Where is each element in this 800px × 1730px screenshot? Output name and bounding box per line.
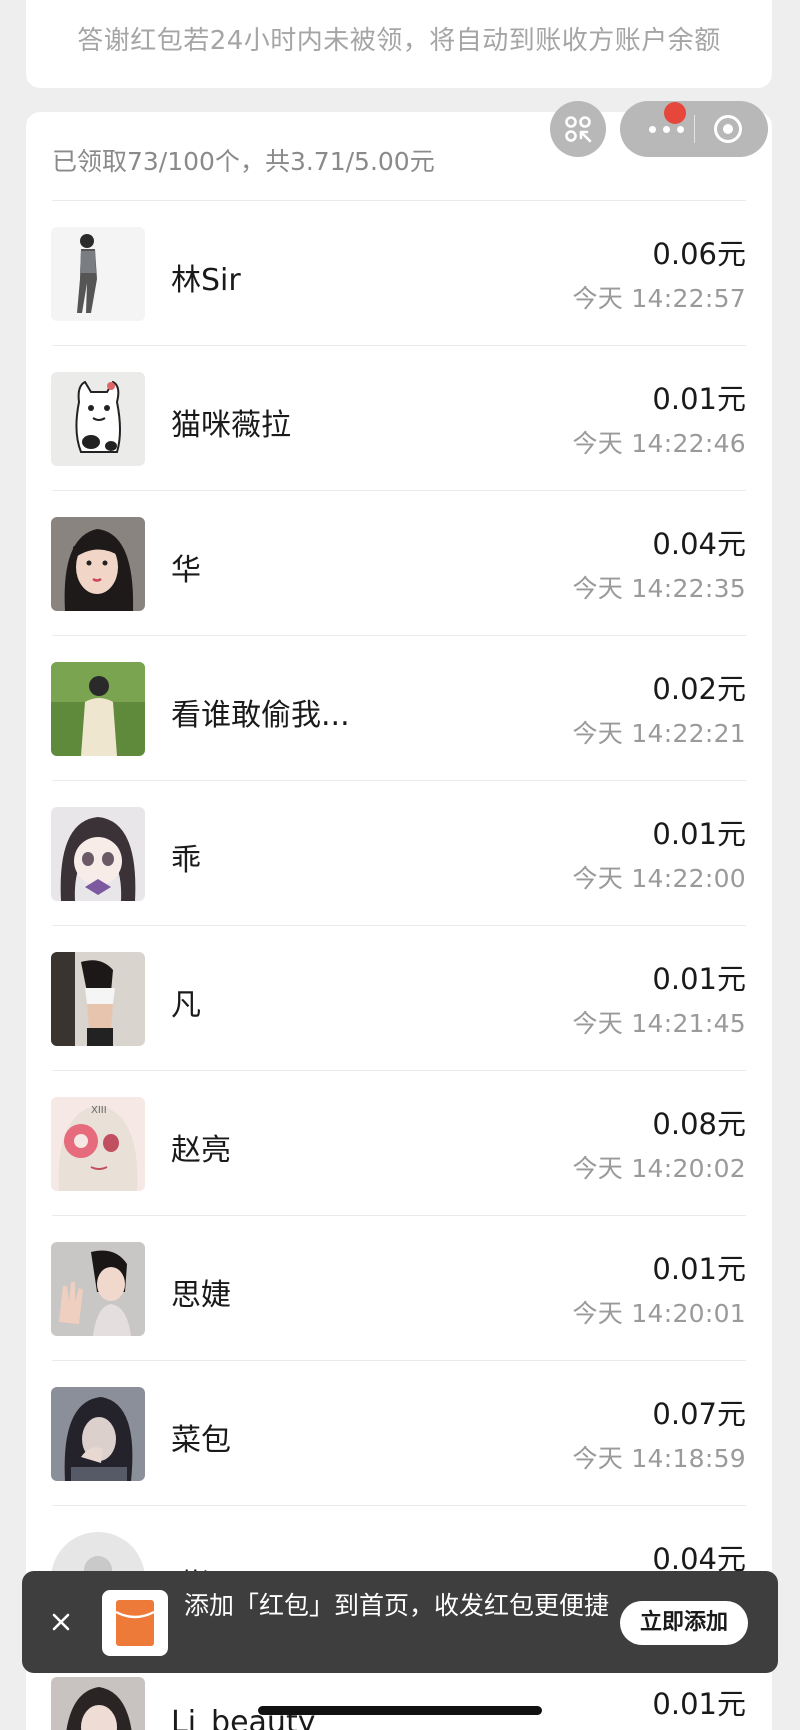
claim-row[interactable]: 乖 0.01元 今天 14:22:00	[26, 781, 772, 926]
dot	[648, 125, 656, 133]
claim-summary: 已领取73/100个，共3.71/5.00元	[52, 147, 435, 176]
red-packet-detail-page: 答谢红包若24小时内未被领，将自动到账收方账户余额 已领取73/100个，共3.…	[0, 0, 800, 1730]
claimer-name: 菜包	[171, 1423, 231, 1458]
claim-time: 今天 14:22:00	[572, 864, 746, 893]
claimer-name: 乖	[171, 843, 201, 878]
close-icon[interactable]	[44, 1605, 78, 1639]
avatar[interactable]	[51, 227, 145, 321]
claim-time: 今天 14:18:59	[572, 1444, 746, 1473]
grid-arrows-icon	[565, 116, 592, 143]
claim-amount: 0.04元	[652, 527, 746, 561]
claim-row[interactable]: 猫咪薇拉 0.01元 今天 14:22:46	[26, 346, 772, 491]
claim-list: 林Sir 0.06元 今天 14:22:57 猫咪薇拉 0.01元 今天 14:…	[26, 201, 772, 1730]
svg-text:XIII: XIII	[91, 1105, 107, 1116]
add-to-home-toast: 添加「红包」到首页，收发红包更便捷 立即添加	[22, 1571, 778, 1673]
claim-row[interactable]: 看谁敢偷我... 0.02元 今天 14:22:21	[26, 636, 772, 781]
capsule-divider	[694, 115, 695, 143]
dot	[676, 125, 684, 133]
avatar[interactable]	[51, 517, 145, 611]
claim-amount: 0.02元	[652, 672, 746, 706]
claim-row[interactable]: 思婕 0.01元 今天 14:20:01	[26, 1216, 772, 1361]
claimer-name: 看谁敢偷我...	[171, 698, 350, 733]
home-indicator[interactable]	[258, 1706, 542, 1715]
red-packet-app-icon	[102, 1590, 168, 1656]
claim-amount: 0.07元	[652, 1397, 746, 1431]
avatar[interactable]	[51, 1387, 145, 1481]
avatar[interactable]	[51, 662, 145, 756]
claimer-name: 赵亮	[171, 1133, 231, 1168]
claim-list-card: 已领取73/100个，共3.71/5.00元 林Sir 0.06元 今天 14:…	[26, 112, 772, 1730]
avatar[interactable]	[51, 1677, 145, 1730]
claim-time: 今天 14:20:02	[572, 1154, 746, 1183]
claimer-name: 猫咪薇拉	[171, 408, 291, 443]
claimer-name: 林Sir	[171, 263, 241, 298]
claim-time: 今天 14:20:01	[572, 1299, 746, 1328]
claim-row[interactable]: 凡 0.01元 今天 14:21:45	[26, 926, 772, 1071]
claim-row[interactable]: 林Sir 0.06元 今天 14:22:57	[26, 201, 772, 346]
claim-row[interactable]: XIII 赵亮 0.08元 今天 14:20:02	[26, 1071, 772, 1216]
mini-program-capsule	[620, 101, 768, 157]
notification-dot	[664, 102, 686, 124]
avatar[interactable]	[51, 1242, 145, 1336]
claimer-name: 思婕	[171, 1278, 231, 1313]
claim-amount: 0.01元	[652, 382, 746, 416]
claimer-name: 华	[171, 553, 201, 588]
notice-text: 答谢红包若24小时内未被领，将自动到账收方账户余额	[77, 26, 721, 56]
claim-time: 今天 14:22:46	[572, 429, 746, 458]
toast-message: 添加「红包」到首页，收发红包更便捷	[184, 1591, 610, 1620]
dot	[662, 125, 670, 133]
claim-amount: 0.06元	[652, 237, 746, 271]
close-target-icon[interactable]	[712, 113, 744, 145]
claim-row[interactable]: 华 0.04元 今天 14:22:35	[26, 491, 772, 636]
claim-amount: 0.01元	[652, 1252, 746, 1286]
claim-amount: 0.01元	[652, 817, 746, 851]
claim-amount: 0.01元	[652, 962, 746, 996]
claim-amount: 0.01元	[652, 1687, 746, 1721]
notice-card: 答谢红包若24小时内未被领，将自动到账收方账户余额	[26, 0, 772, 88]
avatar[interactable]	[51, 372, 145, 466]
claim-time: 今天 14:21:45	[572, 1009, 746, 1038]
add-now-button[interactable]: 立即添加	[620, 1601, 748, 1645]
claim-time: 今天 14:22:57	[572, 284, 746, 313]
claimer-name: 凡	[171, 988, 201, 1023]
float-window-button[interactable]	[550, 101, 606, 157]
claim-time: 今天 14:22:35	[572, 574, 746, 603]
claim-time: 今天 14:22:21	[572, 719, 746, 748]
claim-amount: 0.08元	[652, 1107, 746, 1141]
claim-row[interactable]: 菜包 0.07元 今天 14:18:59	[26, 1361, 772, 1506]
avatar[interactable]	[51, 807, 145, 901]
avatar[interactable]	[51, 952, 145, 1046]
avatar[interactable]: XIII	[51, 1097, 145, 1191]
